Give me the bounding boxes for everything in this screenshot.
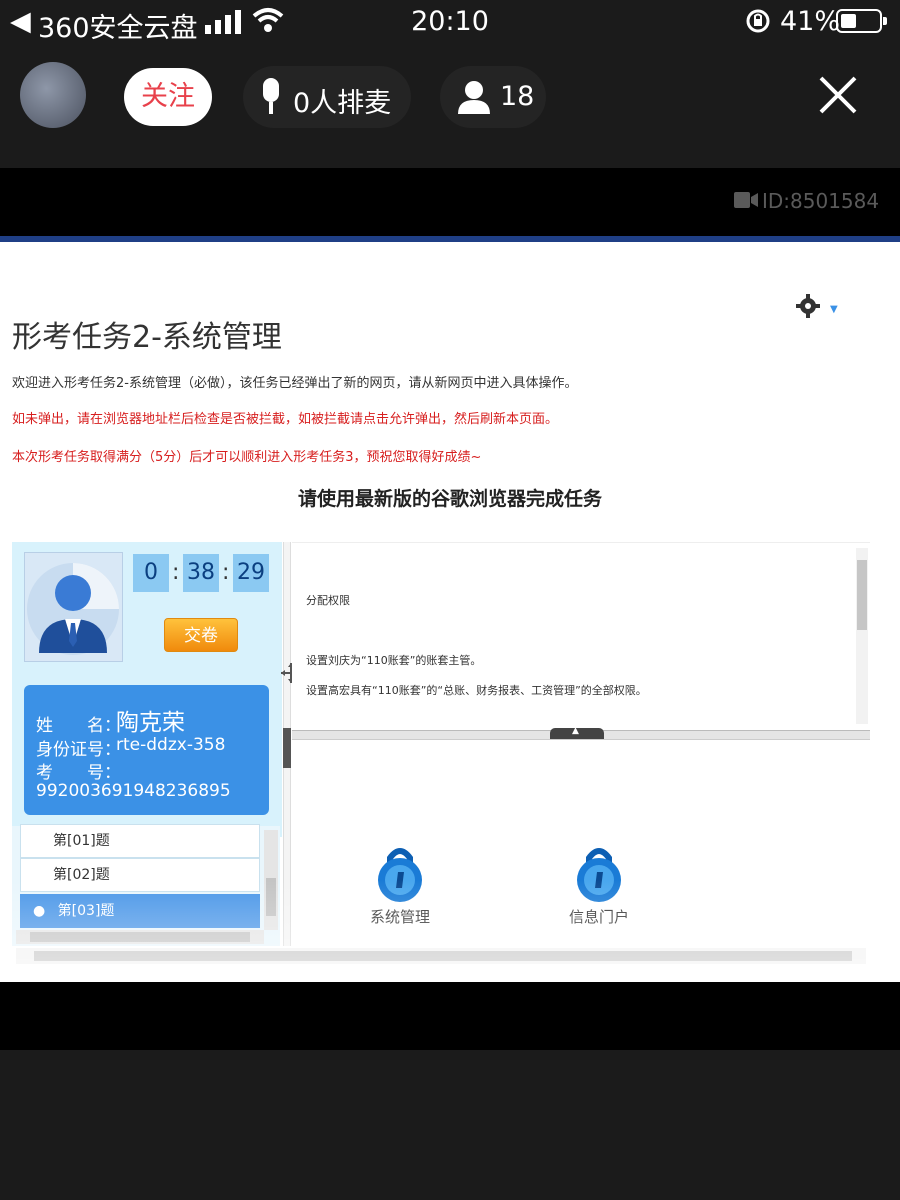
- user-avatar-icon: [27, 563, 119, 655]
- exam-no-label: 考 号：: [36, 763, 121, 783]
- question-label: 第[03]题: [57, 903, 115, 919]
- question-list-scrollbar[interactable]: [264, 830, 278, 930]
- question-item-01[interactable]: 第[01]题: [20, 824, 260, 858]
- timer-colon: :: [222, 560, 230, 585]
- mic-queue-pill[interactable]: 0人排麦: [243, 66, 411, 128]
- score-note: 本次形考任务取得满分（5分）后才可以顺利进入形考任务3，预祝您取得好成绩~: [12, 450, 482, 465]
- id-value: rte-ddzx-358: [116, 735, 226, 755]
- exam-no-value: 992003691948236895: [36, 781, 231, 801]
- rotation-lock-icon: [746, 9, 770, 33]
- gear-icon[interactable]: [796, 294, 820, 318]
- video-camera-icon: [734, 192, 758, 208]
- question-item-02[interactable]: 第[02]题: [20, 858, 260, 892]
- scrollbar-thumb[interactable]: [857, 560, 867, 630]
- host-avatar[interactable]: [20, 62, 86, 128]
- microphone-icon: [263, 78, 279, 114]
- question-list-hscrollbar[interactable]: [16, 930, 264, 944]
- follow-button[interactable]: 关注: [124, 68, 212, 126]
- video-bottom-band: [0, 982, 900, 1050]
- chevron-up-icon[interactable]: ▲: [550, 726, 604, 739]
- name-label: 姓 名：: [36, 716, 121, 736]
- mic-queue-label: 0人排麦: [293, 88, 392, 119]
- battery-percent: 41%: [780, 6, 841, 37]
- question-label: 第[02]题: [53, 867, 110, 883]
- selected-dot-icon: ●: [33, 903, 46, 919]
- chevron-down-icon[interactable]: ▼: [830, 304, 838, 315]
- system-management-icon[interactable]: [374, 846, 426, 902]
- app-label[interactable]: 信息门户: [539, 906, 659, 927]
- task-line-2: 设置高宏具有“110账套”的“总账、财务报表、工资管理”的全部权限。: [306, 684, 647, 697]
- timer-minutes: 38: [183, 554, 219, 592]
- intro-text: 欢迎进入形考任务2-系统管理（必做），该任务已经弹出了新的网页，请从新网页中进入…: [12, 376, 578, 391]
- question-item-03[interactable]: ● 第[03]题: [20, 894, 260, 928]
- timer-hours: 0: [133, 554, 169, 592]
- id-label: 身份证号：: [36, 740, 121, 760]
- task-instructions-pane: [292, 542, 870, 729]
- info-portal-icon[interactable]: [573, 846, 625, 902]
- timer-seconds: 29: [233, 554, 269, 592]
- app-label[interactable]: 系统管理: [340, 906, 460, 927]
- popup-warning: 如未弹出，请在浏览器地址栏后检查是否被拦截，如被拦截请点击允许弹出，然后刷新本页…: [12, 412, 559, 427]
- viewer-count-pill[interactable]: 18: [440, 66, 546, 128]
- page-title: 形考任务2-系统管理: [12, 320, 282, 355]
- examinee-photo: [24, 552, 123, 662]
- scrollbar-thumb[interactable]: [34, 951, 852, 961]
- examinee-info-card: 姓 名： 陶克荣 身份证号： rte-ddzx-358 考 号： 9920036…: [24, 685, 269, 815]
- timer-colon: :: [172, 560, 180, 585]
- scrollbar-thumb[interactable]: [266, 878, 276, 916]
- name-value: 陶克荣: [116, 710, 185, 736]
- person-icon: [458, 81, 490, 114]
- task-heading: 分配权限: [306, 594, 350, 607]
- battery-icon: [836, 9, 887, 33]
- submit-exam-button[interactable]: 交卷: [164, 618, 238, 652]
- status-bar: ◀ 360安全云盘 20:10 41%: [0, 0, 900, 44]
- collapse-handle[interactable]: [283, 728, 291, 768]
- task-line-1: 设置刘庆为“110账套”的账套主管。: [306, 654, 482, 667]
- browser-note: 请使用最新版的谷歌浏览器完成任务: [297, 488, 602, 510]
- question-label: 第[01]题: [53, 833, 110, 849]
- close-icon[interactable]: [815, 72, 861, 118]
- video-id: ID:8501584: [762, 189, 880, 213]
- scrollbar-thumb[interactable]: [30, 932, 250, 942]
- viewer-count: 18: [500, 81, 535, 112]
